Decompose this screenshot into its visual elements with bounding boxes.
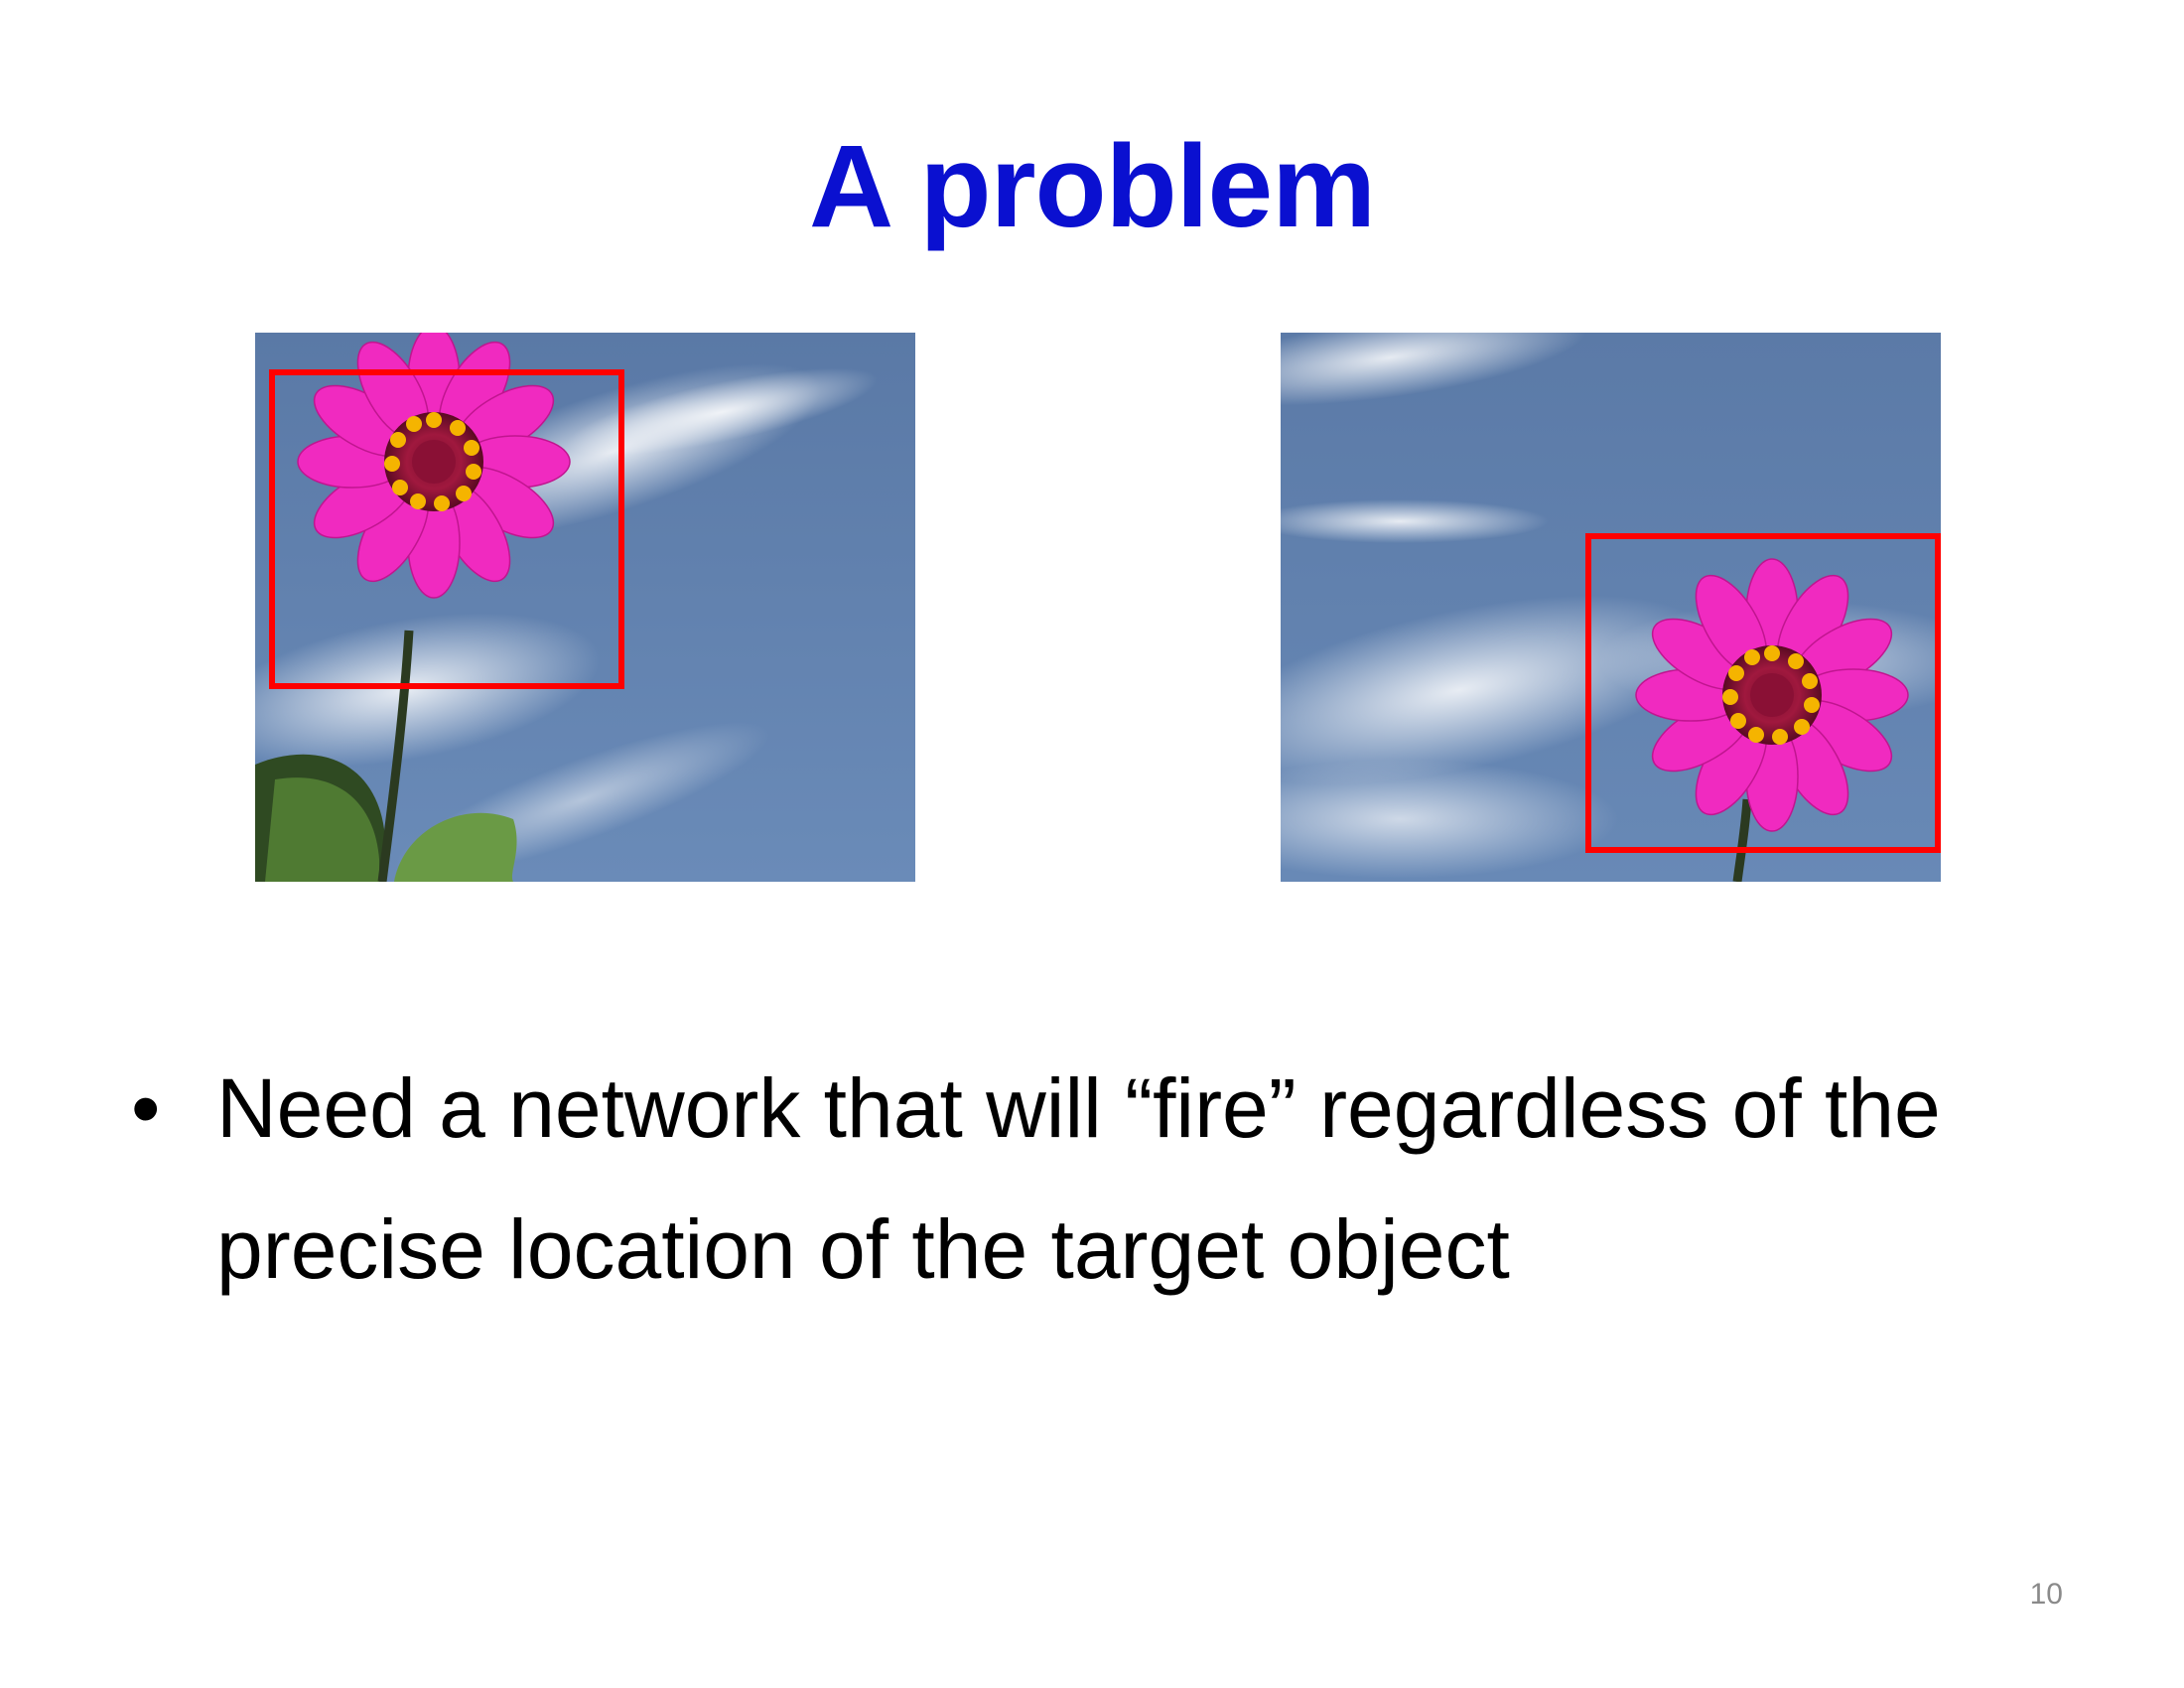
photo-flower-top-left <box>255 333 915 882</box>
slide: A problem • Need a network that will “fi… <box>0 0 2184 1688</box>
bullet-text: Need a network that will “fire” regardle… <box>216 1061 1941 1296</box>
bullet-list: • Need a network that will “fire” regard… <box>131 1038 2067 1320</box>
photo-flower-bottom-right <box>1281 333 1941 882</box>
page-number: 10 <box>2029 1578 2063 1611</box>
bullet-symbol: • <box>131 1061 161 1155</box>
slide-title: A problem <box>808 121 1376 252</box>
bullet-item: • Need a network that will “fire” regard… <box>131 1038 2067 1320</box>
